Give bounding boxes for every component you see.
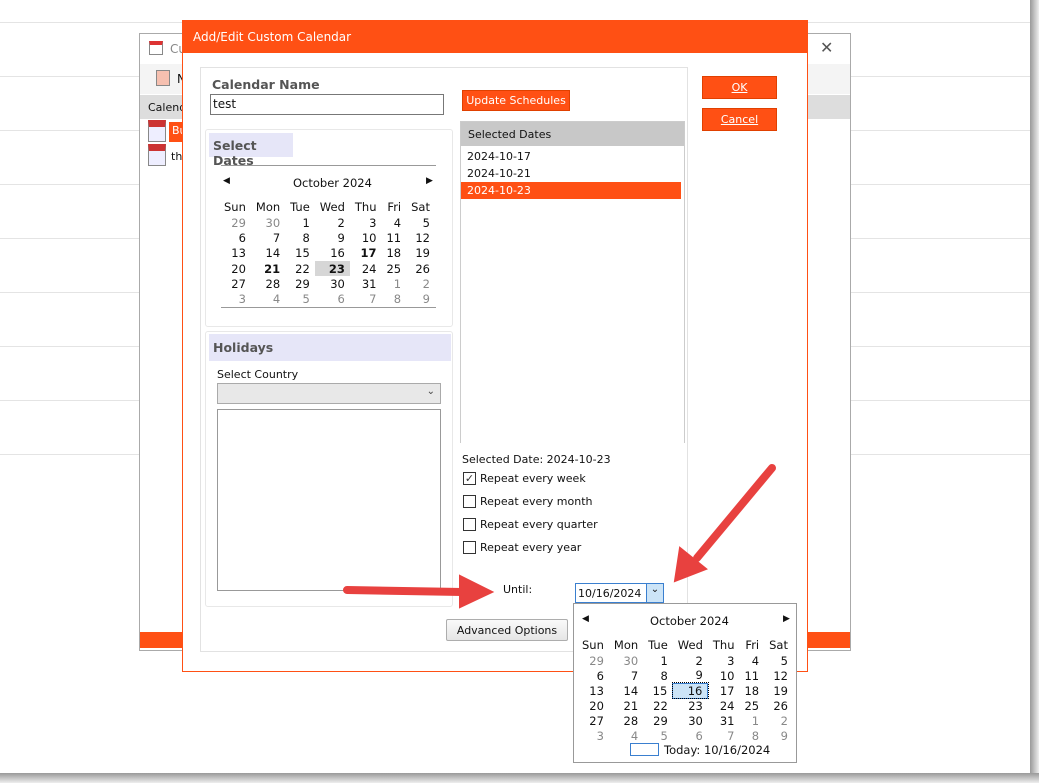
arrow-right <box>343 586 466 596</box>
arrow-head-right <box>459 574 495 609</box>
arrow-diagonal <box>693 464 776 562</box>
annotation-arrows <box>343 464 776 609</box>
